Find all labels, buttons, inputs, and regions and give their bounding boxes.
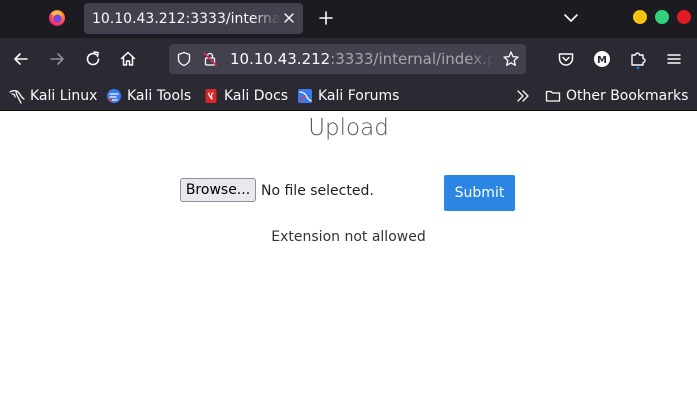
reload-icon[interactable] bbox=[83, 49, 103, 69]
bookmark-label: Kali Forums bbox=[318, 88, 400, 104]
other-bookmarks-label: Other Bookmarks bbox=[566, 88, 689, 104]
bookmarks-toolbar: Kali Linux Kali Tools Kali Docs Kali For… bbox=[0, 81, 697, 111]
hamburger-menu-icon[interactable] bbox=[664, 49, 684, 69]
pocket-icon[interactable] bbox=[556, 49, 576, 69]
url-path: :3333/internal/index.php bbox=[330, 50, 494, 68]
home-icon[interactable] bbox=[118, 49, 138, 69]
bookmark-kali-linux[interactable]: Kali Linux bbox=[9, 87, 97, 105]
window-maximize-button[interactable] bbox=[655, 10, 669, 24]
bookmark-label: Kali Linux bbox=[30, 88, 98, 104]
page-title: Upload bbox=[308, 115, 389, 141]
tab-strip: 10.10.43.212:3333/internal/index.php bbox=[0, 0, 697, 38]
submit-button[interactable]: Submit bbox=[444, 175, 515, 211]
bookmark-label: Kali Tools bbox=[127, 88, 192, 104]
insecure-lock-icon[interactable] bbox=[202, 51, 218, 67]
list-all-tabs-chevron-icon[interactable] bbox=[563, 10, 579, 26]
kali-tools-icon bbox=[106, 88, 122, 104]
window-close-button[interactable] bbox=[677, 10, 691, 24]
firefox-logo-icon[interactable] bbox=[48, 9, 66, 27]
tab-active[interactable]: 10.10.43.212:3333/internal/index.php bbox=[84, 3, 303, 34]
folder-icon bbox=[545, 88, 561, 104]
bookmark-star-icon[interactable] bbox=[502, 50, 520, 68]
bookmark-kali-docs[interactable]: Kali Docs bbox=[203, 87, 288, 105]
window-minimize-button[interactable] bbox=[633, 10, 647, 24]
account-initial: M bbox=[597, 55, 607, 66]
page-content: Upload Browse... No file selected. Submi… bbox=[0, 112, 697, 411]
tab-title: 10.10.43.212:3333/internal/index.php bbox=[92, 11, 280, 27]
tracking-protection-shield-icon[interactable] bbox=[176, 51, 192, 67]
bookmark-kali-tools[interactable]: Kali Tools bbox=[106, 87, 191, 105]
upload-error-message: Extension not allowed bbox=[271, 229, 426, 245]
back-arrow-icon[interactable] bbox=[11, 49, 31, 69]
account-avatar[interactable]: M bbox=[592, 49, 612, 69]
bookmark-label: Kali Docs bbox=[224, 88, 289, 104]
bookmark-kali-forums[interactable]: Kali Forums bbox=[297, 87, 399, 105]
file-selection-status: No file selected. bbox=[261, 183, 374, 199]
new-tab-plus-icon[interactable] bbox=[317, 9, 335, 27]
extensions-puzzle-icon[interactable] bbox=[628, 49, 648, 69]
other-bookmarks-folder[interactable]: Other Bookmarks bbox=[545, 87, 688, 105]
browse-file-button[interactable]: Browse... bbox=[180, 178, 256, 202]
kali-forums-icon bbox=[297, 88, 313, 104]
url-host: 10.10.43.212 bbox=[230, 50, 331, 68]
url-bar[interactable]: 10.10.43.212:3333/internal/index.php bbox=[169, 44, 526, 74]
tab-close-icon[interactable] bbox=[281, 10, 297, 26]
url-text[interactable]: 10.10.43.212:3333/internal/index.php bbox=[230, 49, 494, 69]
kali-dragon-icon bbox=[9, 88, 25, 104]
bookmarks-overflow-chevrons-icon[interactable] bbox=[515, 87, 531, 105]
kali-docs-icon bbox=[203, 88, 219, 104]
navigation-toolbar: 10.10.43.212:3333/internal/index.php M bbox=[0, 38, 697, 81]
forward-arrow-icon[interactable] bbox=[47, 49, 67, 69]
